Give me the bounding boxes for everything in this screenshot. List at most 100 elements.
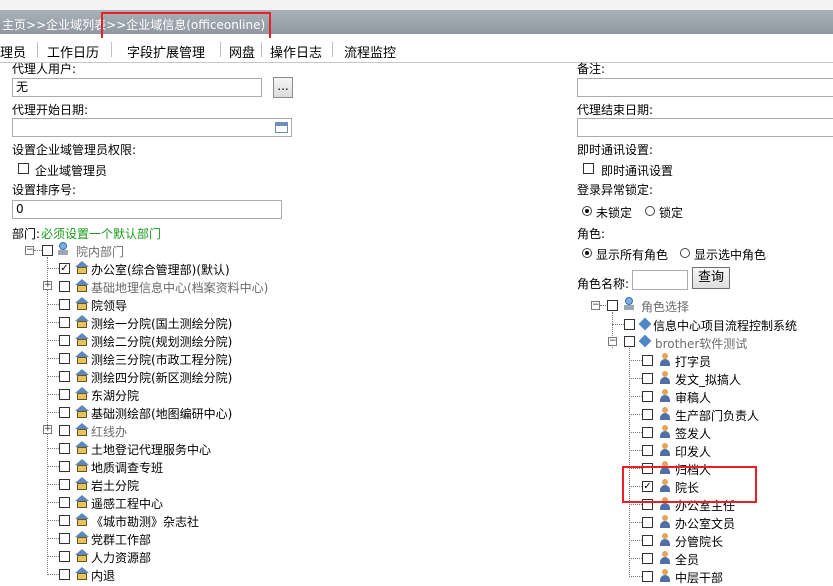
breadcrumb-home[interactable]: 主页 [2,18,26,32]
building-icon [74,441,90,455]
dept-checkbox[interactable] [59,461,70,472]
dept-root-label[interactable]: 院内部门 [76,243,124,260]
sort-number-field[interactable]: 0 [12,200,282,219]
building-icon [74,531,90,545]
dept-item-label[interactable]: 地质调查专班 [91,459,163,476]
dept-checkbox[interactable] [59,551,70,562]
dept-item-label[interactable]: 内退 [91,567,115,584]
role-item-label[interactable]: 办公室文员 [675,515,735,532]
dept-item-label[interactable]: 党群工作部 [91,531,151,548]
role-item-label[interactable]: 发文_拟搞人 [675,371,741,388]
role-group-expander[interactable]: − [608,337,617,346]
query-button[interactable]: 查询 [692,267,730,289]
role-checkbox[interactable] [642,535,653,546]
menu-operation-log[interactable]: 操作日志 [270,42,322,61]
role-item-label[interactable]: 印发人 [675,443,711,460]
dept-checkbox[interactable] [59,335,70,346]
role-checkbox[interactable] [642,391,653,402]
dept-item-label[interactable]: 基础地理信息中心(档案资料中心) [91,279,268,296]
role-item-label[interactable]: 办公室主任 [675,497,735,514]
role-group-checkbox[interactable] [624,319,635,330]
dept-item-label[interactable]: 岩土分院 [91,477,139,494]
dept-checkbox[interactable] [59,515,70,526]
role-root-checkbox[interactable] [607,300,618,311]
dept-item-label[interactable]: 测绘一分院(国土测绘分院) [91,315,232,332]
dept-item-label[interactable]: 基础测绘部(地图编研中心) [91,405,232,422]
unlocked-radio[interactable] [582,206,592,216]
dept-item-label[interactable]: 人力资源部 [91,549,151,566]
role-checkbox[interactable]: ✓ [642,481,653,492]
dept-root-expander[interactable]: − [25,246,34,255]
locked-radio[interactable] [645,206,655,216]
show-all-roles-radio[interactable] [582,248,592,258]
role-checkbox[interactable] [642,553,653,564]
agent-start-date-field[interactable] [12,118,292,137]
dept-checkbox[interactable] [59,371,70,382]
menu-work-calendar[interactable]: 工作日历 [47,42,99,61]
role-root-label[interactable]: 角色选择 [641,298,689,315]
role-item-label[interactable]: 生产部门负责人 [675,407,759,424]
role-group-label[interactable]: 信息中心项目流程控制系统 [653,317,797,334]
dept-checkbox[interactable] [59,389,70,400]
agent-end-date-field[interactable] [577,118,833,137]
role-checkbox[interactable] [642,355,653,366]
role-checkbox[interactable] [642,373,653,384]
menu-flow-monitor[interactable]: 流程监控 [344,42,396,61]
dept-item-label[interactable]: 测绘四分院(新区测绘分院) [91,369,232,386]
dept-item-label[interactable]: 红线办 [91,423,127,440]
menu-netdisk[interactable]: 网盘 [229,42,255,61]
role-item-label[interactable]: 审稿人 [675,389,711,406]
role-group-label[interactable]: brother软件测试 [655,335,747,352]
role-item-label[interactable]: 全员 [675,551,699,568]
dept-item-label[interactable]: 土地登记代理服务中心 [91,441,211,458]
role-item-label[interactable]: 分管院长 [675,533,723,550]
role-checkbox[interactable] [642,445,653,456]
im-setting-checkbox[interactable] [583,163,594,174]
dept-expander[interactable]: + [43,425,52,434]
role-item-label[interactable]: 中层干部 [675,569,723,586]
agent-user-select-button[interactable]: ... [273,77,293,98]
role-root-expander[interactable]: − [591,301,600,310]
remark-field[interactable] [577,78,833,97]
dept-item-label[interactable]: 遥感工程中心 [91,495,163,512]
dept-expander[interactable]: + [43,281,52,290]
admin-checkbox[interactable] [18,163,29,174]
dept-checkbox[interactable]: ✓ [59,263,70,274]
dept-item-label[interactable]: 院领导 [91,297,127,314]
dept-checkbox[interactable] [59,317,70,328]
dept-checkbox[interactable] [59,299,70,310]
dept-checkbox[interactable] [59,353,70,364]
menu-admin[interactable]: 理员 [0,42,26,61]
dept-item-label[interactable]: 《城市勘测》杂志社 [91,513,199,530]
role-checkbox[interactable] [642,463,653,474]
dept-checkbox[interactable] [59,281,70,292]
role-name-input[interactable] [632,270,688,290]
dept-checkbox[interactable] [59,479,70,490]
calendar-icon[interactable] [275,122,288,133]
dept-item-label[interactable]: 东湖分院 [91,387,139,404]
dept-checkbox[interactable] [59,533,70,544]
role-checkbox[interactable] [642,499,653,510]
dept-root-checkbox[interactable] [42,245,53,256]
dept-hint: 必须设置一个默认部门 [41,227,162,241]
menu-field-extension[interactable]: 字段扩展管理 [127,42,205,61]
dept-checkbox[interactable] [59,443,70,454]
role-item-label[interactable]: 院长 [675,479,699,496]
breadcrumb-list[interactable]: 企业域列表 [46,18,106,32]
role-group-checkbox[interactable] [624,336,635,347]
dept-item-label[interactable]: 办公室(综合管理部)(默认) [91,261,230,278]
role-checkbox[interactable] [642,427,653,438]
dept-item-label[interactable]: 测绘三分院(市政工程分院) [91,351,232,368]
dept-checkbox[interactable] [59,407,70,418]
role-item-label[interactable]: 签发人 [675,425,711,442]
role-item-label[interactable]: 归档人 [675,461,711,478]
role-checkbox[interactable] [642,409,653,420]
role-checkbox[interactable] [642,517,653,528]
dept-checkbox[interactable] [59,497,70,508]
agent-user-field[interactable]: 无 [12,78,262,97]
dept-checkbox[interactable] [59,425,70,436]
dept-item-label[interactable]: 测绘二分院(规划测绘分院) [91,333,232,350]
role-checkbox[interactable] [642,571,653,582]
role-item-label[interactable]: 打字员 [675,353,711,370]
show-selected-roles-radio[interactable] [680,248,690,258]
